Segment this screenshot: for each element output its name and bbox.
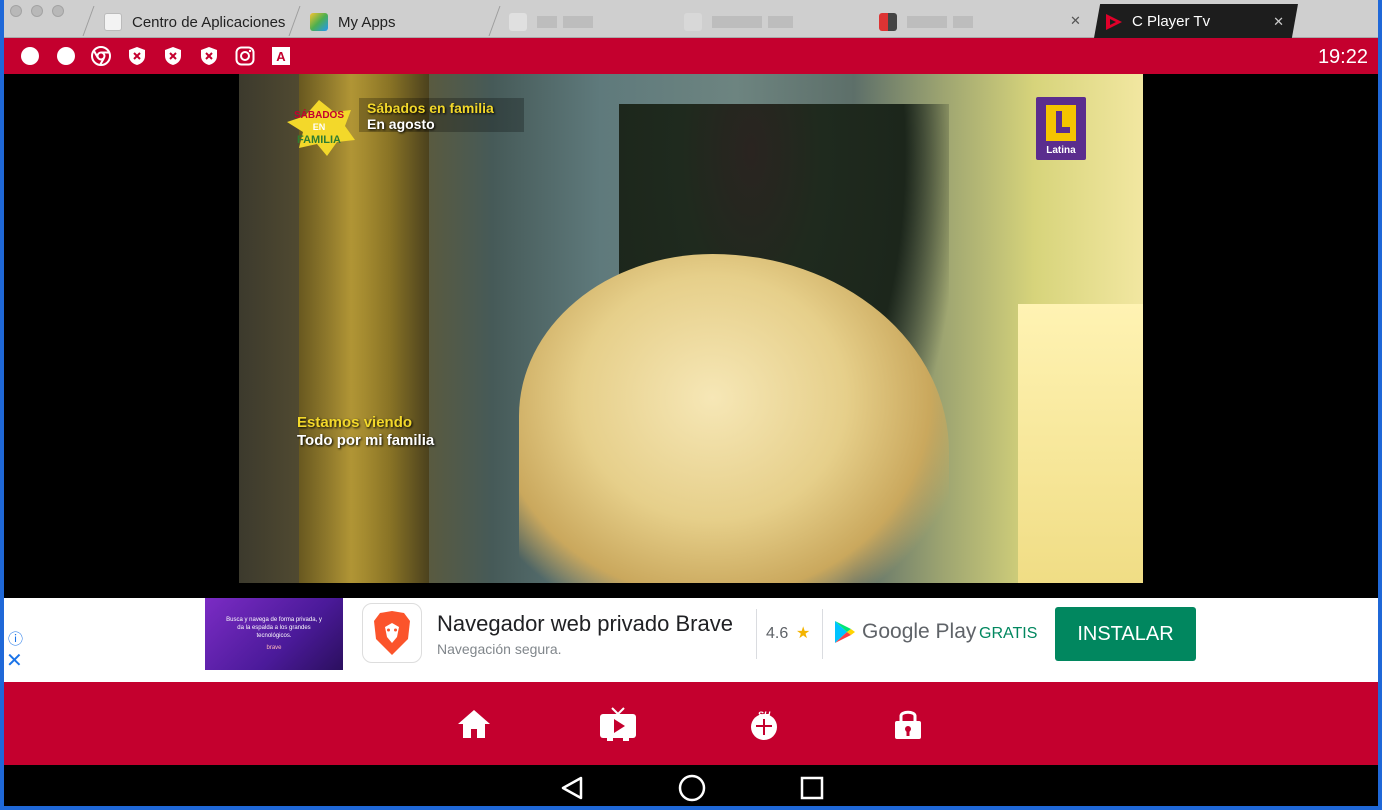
blurred-tab-icon [684,13,702,31]
svg-text:SÁBADOS: SÁBADOS [294,108,344,121]
channel-logo: Latina [1036,97,1086,160]
overlay-program-date: En agosto [367,116,435,132]
star-icon: ★ [796,625,811,642]
window-close-button[interactable] [10,5,22,17]
close-icon[interactable]: ✕ [6,648,23,673]
soccer-tv-icon: SH [751,710,777,740]
google-play-icon [835,621,855,643]
c-player-icon [1104,12,1122,30]
overlay-now-watching: Estamos viendo [297,414,413,431]
lock-nav-button[interactable] [888,704,928,744]
circle-home-icon [678,774,706,802]
sabados-logo: SÁBADOS EN FAMILIA [279,98,359,158]
clock: 19:22 [1317,46,1368,68]
recents-button[interactable] [798,774,826,802]
video-player[interactable]: SÁBADOS EN FAMILIA Sábados en familia En… [239,74,1143,583]
content-area: SÁBADOS EN FAMILIA Sábados en familia En… [4,74,1378,598]
shield-x-icon [199,46,219,66]
tab-blurred-3[interactable] [869,6,1069,38]
overlay-program-title: Sábados en familia [367,100,494,116]
ad-price: GRATIS [979,625,1038,642]
svg-text:FAMILIA: FAMILIA [297,134,341,146]
ad-image[interactable]: Busca y navega de forma privada, y da la… [205,598,343,670]
instagram-icon [235,46,255,66]
google-play-badge[interactable]: Google Play [834,620,976,644]
app-center-icon [104,13,122,31]
blurred-tab-icon [509,13,527,31]
tv-play-icon [600,707,636,741]
bluestacks-icon [310,13,328,31]
ad-rating: 4.6 [766,625,789,642]
home-nav-button[interactable] [454,704,494,744]
bottom-nav: SH [4,682,1378,765]
shield-x-icon [127,46,147,66]
window-zoom-button[interactable] [52,5,64,17]
sports-nav-button[interactable]: SH [744,704,784,744]
svg-text:SH: SH [758,710,771,720]
back-button[interactable] [558,774,586,802]
svg-text:A: A [276,49,286,64]
ad-title[interactable]: Navegador web privado Brave [437,611,733,637]
dot-icon [56,46,76,66]
overlay-show-title: Todo por mi familia [297,432,435,449]
android-nav-bar [4,765,1378,806]
home-button[interactable] [678,774,706,802]
tab-blurred-2[interactable] [674,6,874,38]
chrome-icon [91,46,111,66]
window-minimize-button[interactable] [31,5,43,17]
svg-text:EN: EN [313,122,326,132]
tab-blurred-1[interactable] [499,6,669,38]
brave-logo-icon[interactable] [362,603,422,663]
app-window: Centro de Aplicaciones My Apps ✕ C Playe… [0,0,1382,810]
ad-banner[interactable]: ⓘ ✕ Busca y navega de forma privada, y d… [4,598,1378,674]
recents-icon [800,776,824,800]
ad-subtitle: Navegación segura. [437,641,562,657]
tab-bar: Centro de Aplicaciones My Apps ✕ C Playe… [4,0,1378,38]
status-bar: A 19:22 [4,38,1378,74]
tv-nav-button[interactable] [598,704,638,744]
home-icon [458,710,490,738]
tab-c-player-tv[interactable]: C Player Tv ✕ [1094,4,1298,38]
lock-icon [895,710,921,739]
install-button[interactable]: INSTALAR [1055,607,1196,661]
tab-my-apps[interactable]: My Apps [300,6,490,38]
close-icon[interactable]: ✕ [1070,13,1081,29]
info-icon[interactable]: ⓘ [8,628,23,649]
blurred-tab-icon [879,13,897,31]
a-icon: A [271,46,291,66]
shield-x-icon [163,46,183,66]
close-icon[interactable]: ✕ [1273,14,1284,30]
tab-app-center[interactable]: Centro de Aplicaciones [94,6,289,38]
dot-icon [20,46,40,66]
back-icon [561,776,583,800]
